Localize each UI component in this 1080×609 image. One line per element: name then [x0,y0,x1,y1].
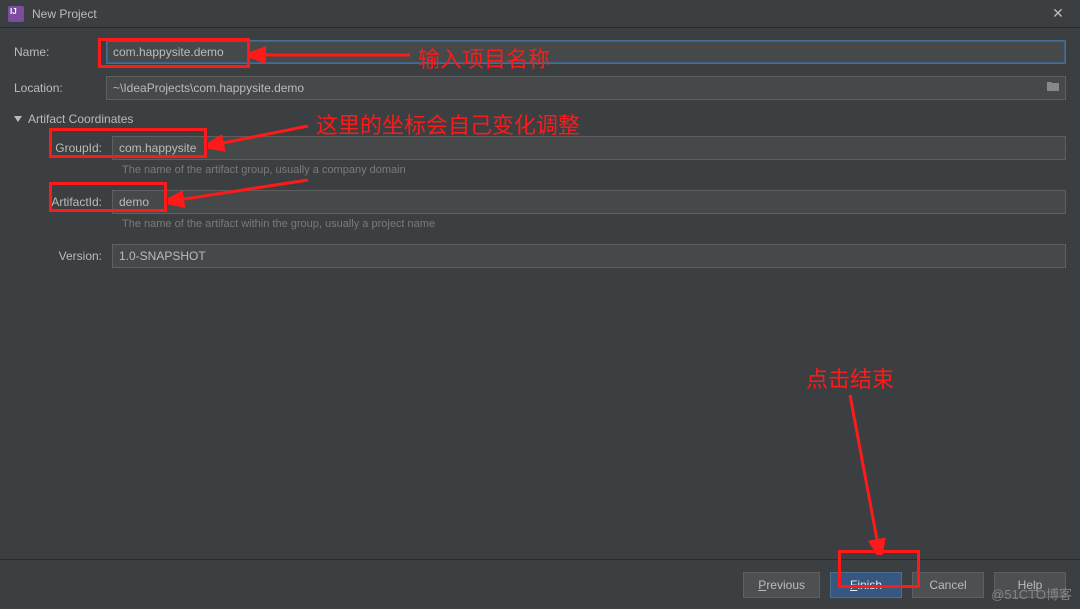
location-input[interactable] [106,76,1066,100]
artifactid-row: ArtifactId: [44,190,1066,214]
artifact-section-title: Artifact Coordinates [28,112,133,126]
groupid-input[interactable] [112,136,1066,160]
location-row: Location: [14,76,1066,100]
window-title: New Project [32,7,1044,21]
name-input[interactable] [106,40,1066,64]
version-row: Version: [44,244,1066,268]
location-label: Location: [14,81,106,95]
help-button[interactable]: Help [994,572,1066,598]
dialog-footer: PPreviousrevious FinishFinish Cancel Hel… [0,559,1080,609]
name-label: Name: [14,45,106,59]
previous-button[interactable]: PPreviousrevious [743,572,820,598]
artifactid-input[interactable] [112,190,1066,214]
cancel-button[interactable]: Cancel [912,572,984,598]
version-input[interactable] [112,244,1066,268]
groupid-row: GroupId: [44,136,1066,160]
finish-button[interactable]: FinishFinish [830,572,902,598]
chevron-down-icon [14,116,22,122]
artifactid-label: ArtifactId: [44,195,112,209]
close-icon[interactable]: ✕ [1044,0,1072,28]
titlebar: New Project ✕ [0,0,1080,28]
groupid-hint: The name of the artifact group, usually … [122,164,1066,176]
folder-icon[interactable] [1046,80,1060,95]
groupid-label: GroupId: [44,141,112,155]
dialog-content: Name: Location: Artifact Coordinates Gro… [0,28,1080,559]
app-icon [8,6,24,22]
artifact-section-toggle[interactable]: Artifact Coordinates [14,112,1066,126]
version-label: Version: [44,249,112,263]
artifactid-hint: The name of the artifact within the grou… [122,218,1066,230]
name-row: Name: [14,40,1066,64]
